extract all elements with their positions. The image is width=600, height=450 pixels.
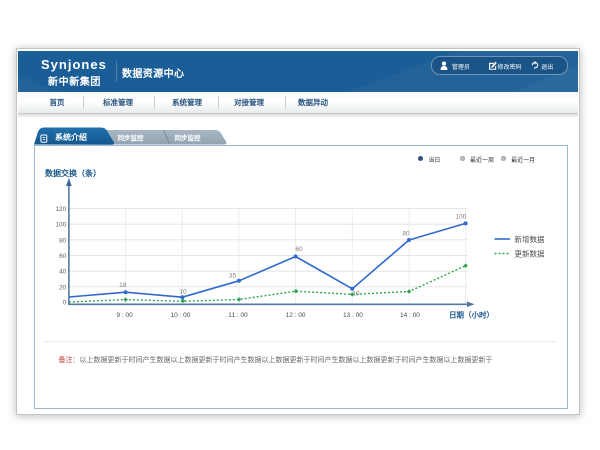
svg-text:120: 120 [55,206,66,213]
svg-text:系统介绍: 系统介绍 [55,132,87,142]
svg-text:9 : 00: 9 : 00 [116,312,133,319]
svg-text:40: 40 [59,269,67,276]
svg-text:10: 10 [352,291,360,298]
svg-text:11 : 00: 11 : 00 [228,312,248,319]
svg-text:13 : 00: 13 : 00 [343,312,363,319]
svg-text:同步监控: 同步监控 [175,133,202,142]
svg-text:60: 60 [59,253,67,260]
svg-text:14 : 00: 14 : 00 [400,312,420,319]
svg-text:日期（小时）: 日期（小时） [449,310,494,320]
svg-text:12 : 00: 12 : 00 [286,312,306,319]
svg-text:80: 80 [59,237,67,244]
svg-text:同步监控: 同步监控 [118,133,145,142]
svg-text:80: 80 [402,231,410,238]
svg-text:10 : 00: 10 : 00 [170,312,190,319]
svg-text:100: 100 [55,222,66,229]
svg-text:10: 10 [179,289,187,296]
svg-text:35: 35 [229,273,237,280]
svg-text:更新数据: 更新数据 [515,249,545,259]
svg-text:20: 20 [59,284,67,291]
svg-text:新增数据: 新增数据 [515,234,545,244]
svg-text:0: 0 [63,299,67,306]
svg-text:60: 60 [295,246,303,253]
svg-text:18: 18 [119,282,127,289]
svg-text:100: 100 [456,214,467,221]
